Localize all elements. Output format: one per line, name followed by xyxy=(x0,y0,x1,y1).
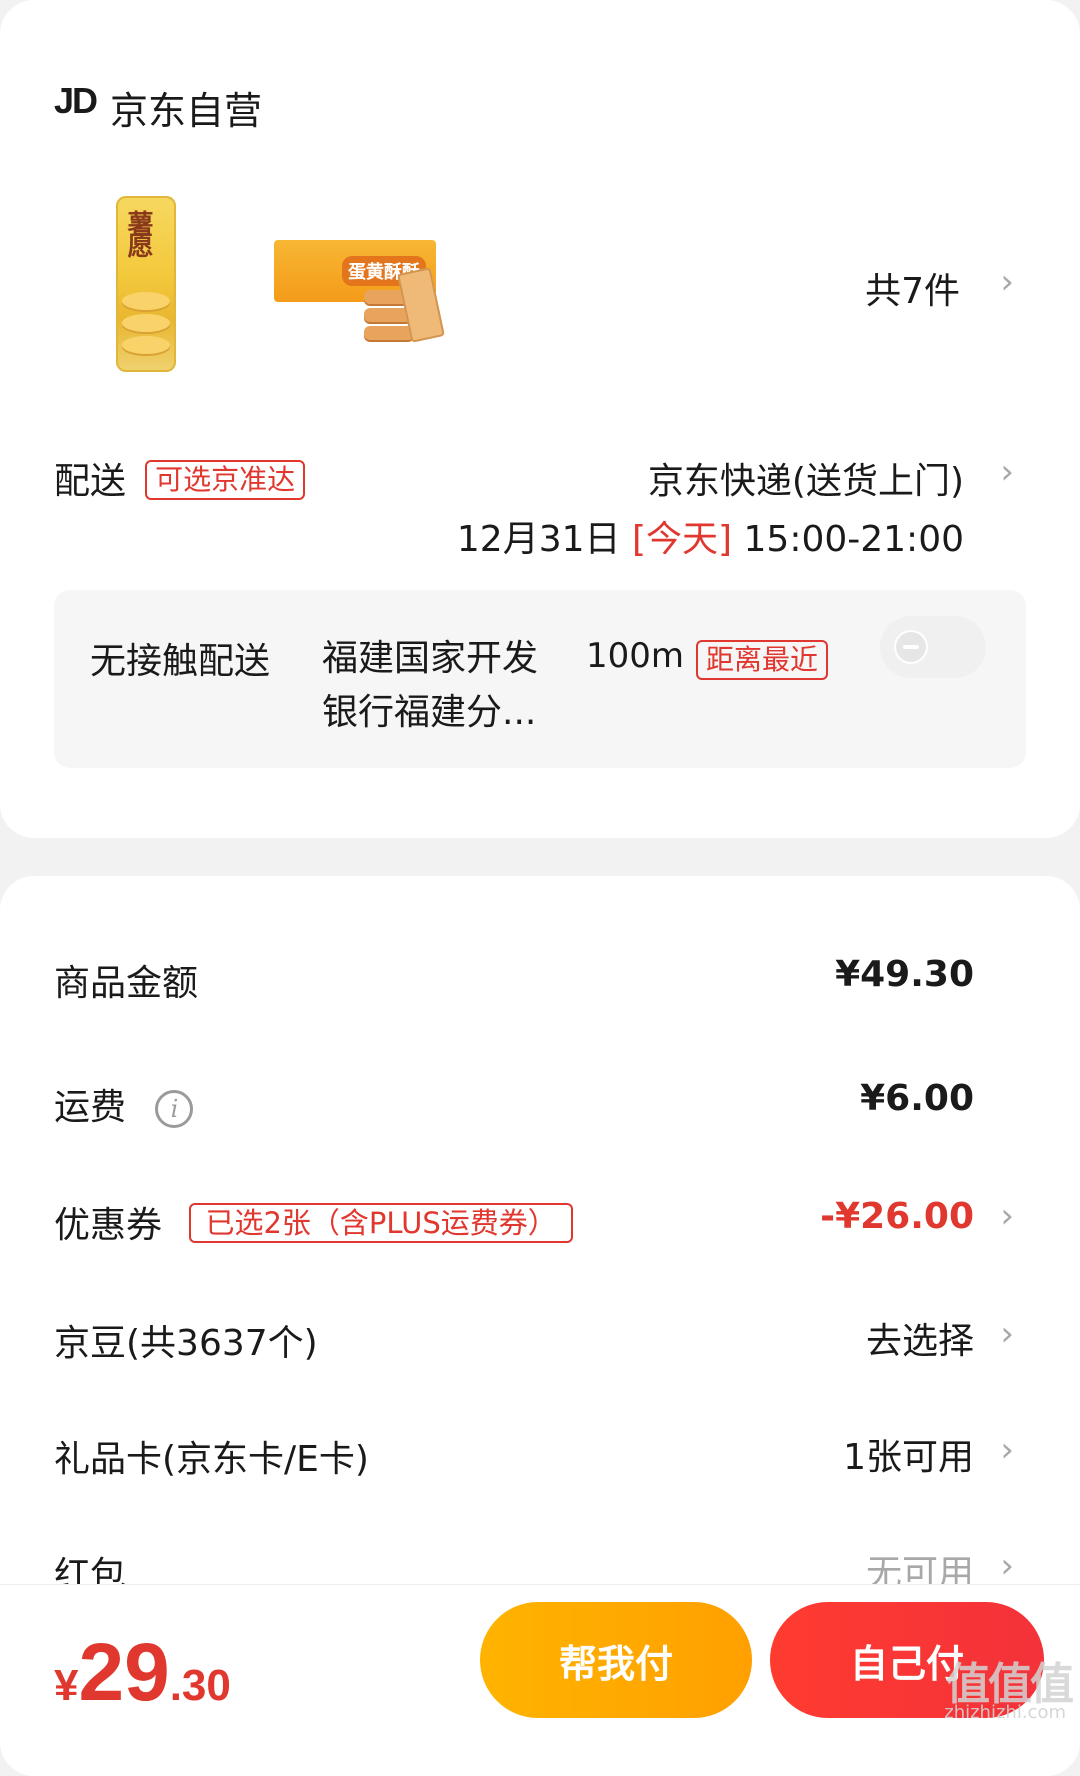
delivery-window: 15:00-21:00 xyxy=(743,519,964,560)
info-icon[interactable]: i xyxy=(155,1090,194,1128)
delivery-label: 配送 xyxy=(54,461,127,502)
chevron-right-icon[interactable]: › xyxy=(1000,1196,1014,1236)
delivery-row: 配送 可选京准达 xyxy=(54,452,306,504)
product-brand: 薯愿 xyxy=(123,210,153,254)
jd-beans-value[interactable]: 去选择 xyxy=(866,1312,974,1364)
item-count[interactable]: 共7件 xyxy=(865,262,960,314)
shipping-value: ¥6.00 xyxy=(860,1078,974,1119)
station-distance: 100m xyxy=(586,636,685,676)
chevron-right-icon[interactable]: › xyxy=(1000,1430,1014,1470)
coupon-tag: 已选2张（含PLUS运费券） xyxy=(189,1203,573,1243)
contactless-label: 无接触配送 xyxy=(90,641,271,682)
toggle-knob xyxy=(894,630,928,664)
shipping-label: 运费 xyxy=(54,1087,127,1128)
chevron-right-icon[interactable]: › xyxy=(1000,262,1014,302)
total-decimal: .30 xyxy=(169,1661,231,1710)
contactless-toggle[interactable] xyxy=(880,616,986,678)
delivery-tag: 可选京准达 xyxy=(145,460,306,500)
distance-tag: 距离最近 xyxy=(696,640,829,680)
product-thumbnail-chips[interactable]: 薯愿 xyxy=(116,196,176,372)
jd-logo: JD xyxy=(54,80,98,121)
shop-name: 京东自营 xyxy=(110,89,263,133)
goods-amount-label: 商品金额 xyxy=(54,963,199,1004)
total-integer: 29 xyxy=(78,1627,170,1718)
delivery-date: 12月31日 xyxy=(456,519,621,560)
coupon-value[interactable]: -¥26.00 xyxy=(820,1196,974,1237)
chevron-right-icon[interactable]: › xyxy=(1000,1546,1014,1586)
delivery-method[interactable]: 京东快递(送货上门) xyxy=(648,452,964,504)
station-name-line2: 银行福建分... xyxy=(322,692,537,733)
total-price: ¥29.30 xyxy=(54,1632,231,1714)
currency-symbol: ¥ xyxy=(54,1661,79,1710)
coupon-label: 优惠券 xyxy=(54,1205,163,1246)
shop-card: JD 京东自营 薯愿 蛋黄酥酥 共7件 › 配送 可选京准达 京东快递(送货上门… xyxy=(0,0,1080,838)
gift-card-value[interactable]: 1张可用 xyxy=(843,1428,974,1480)
pickup-station: 福建国家开发 银行福建分... xyxy=(322,632,538,740)
jd-beans-label: 京豆(共3637个) xyxy=(54,1323,318,1364)
chip-graphic xyxy=(122,292,170,310)
help-pay-button[interactable]: 帮我付 xyxy=(480,1602,752,1718)
distance-tag-wrap: 距离最近 xyxy=(696,640,829,680)
chevron-right-icon[interactable]: › xyxy=(1000,1314,1014,1354)
station-name-line1: 福建国家开发 xyxy=(322,638,539,679)
biscuit-image xyxy=(364,267,445,346)
delivery-time[interactable]: 12月31日 [今天] 15:00-21:00 xyxy=(457,510,964,562)
shipping-row: 运费 i xyxy=(54,1078,194,1130)
chip-graphic xyxy=(122,336,170,354)
chevron-right-icon[interactable]: › xyxy=(1000,452,1014,492)
chip-graphic xyxy=(122,314,170,332)
watermark-url: zhizhizhi.com xyxy=(944,1702,1066,1723)
coupon-row: 优惠券 已选2张（含PLUS运费券） xyxy=(54,1196,573,1248)
gift-card-label: 礼品卡(京东卡/E卡) xyxy=(54,1439,369,1480)
goods-amount-value: ¥49.30 xyxy=(835,954,974,995)
delivery-today: [今天] xyxy=(631,519,733,560)
